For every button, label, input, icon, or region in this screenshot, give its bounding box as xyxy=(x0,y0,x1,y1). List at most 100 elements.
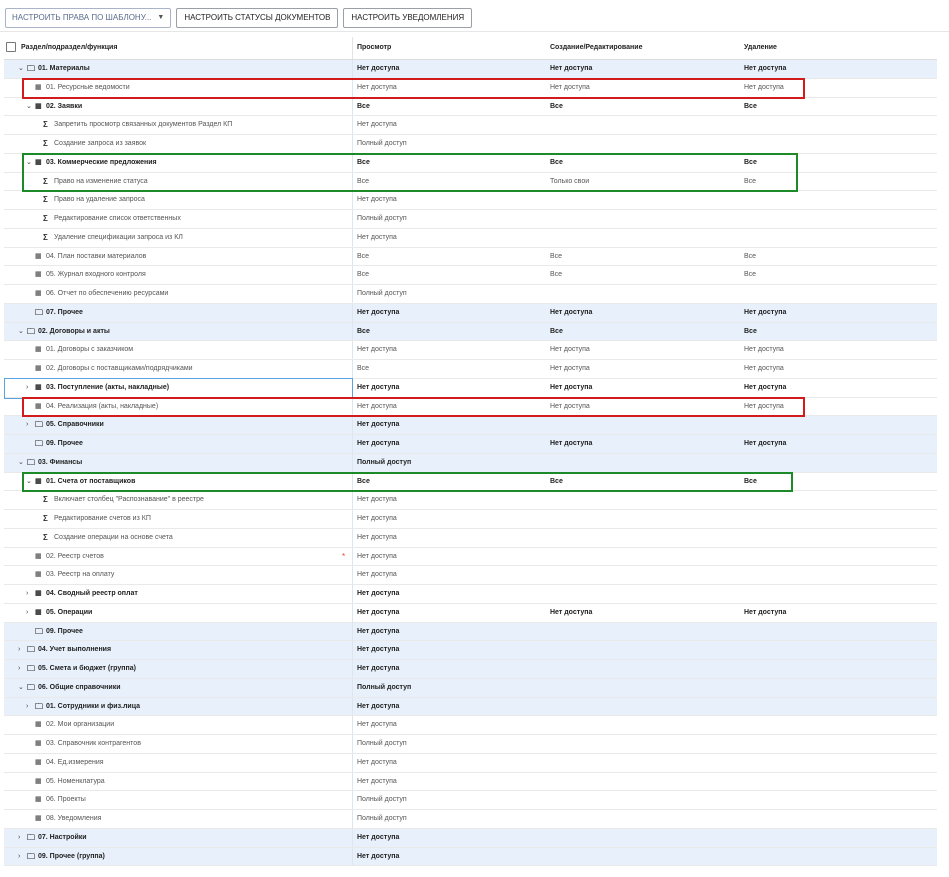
delete-permission-cell[interactable]: Нет доступа xyxy=(744,360,784,379)
chevron-right-icon[interactable]: › xyxy=(26,379,35,398)
table-row[interactable]: › 🗀 01. Сотрудники и физ.лица Нет доступа xyxy=(4,697,937,717)
view-permission-cell[interactable]: Нет доступа xyxy=(357,398,397,417)
table-row[interactable]: ▦ 01. Договоры с заказчиком Нет доступа Нет… xyxy=(4,341,937,360)
table-row[interactable]: ▦ 05. Журнал входного контроля Все Все Все xyxy=(4,266,937,285)
delete-permission-cell[interactable]: Нет доступа xyxy=(744,304,786,323)
chevron-down-icon[interactable]: ⌄ xyxy=(26,473,35,492)
view-permission-cell[interactable]: Полный доступ xyxy=(357,679,411,698)
table-row[interactable]: › ▦ 04. Сводный реестр оплат Нет доступа xyxy=(4,585,937,604)
view-permission-cell[interactable]: Нет доступа xyxy=(357,848,399,867)
chevron-down-icon[interactable]: ⌄ xyxy=(26,98,35,117)
view-permission-cell[interactable]: Нет доступа xyxy=(357,829,399,848)
table-row[interactable]: 🗀 07. Прочее Нет доступа Нет доступа Нет дос… xyxy=(4,303,937,323)
view-permission-cell[interactable]: Нет доступа xyxy=(357,585,399,604)
table-row[interactable]: › 🗀 07. Настройки Нет доступа xyxy=(4,828,937,848)
table-row[interactable]: ▦ 03. Справочник контрагентов Полный досту… xyxy=(4,735,937,754)
chevron-down-icon[interactable]: ⌄ xyxy=(26,154,35,173)
table-row[interactable]: ▦ 04. Ед.измерения Нет доступа xyxy=(4,753,937,773)
view-permission-cell[interactable]: Нет доступа xyxy=(357,754,397,773)
chevron-down-icon[interactable]: ⌄ xyxy=(18,60,27,79)
view-permission-cell[interactable]: Нет доступа xyxy=(357,529,397,548)
edit-permission-cell[interactable]: Нет доступа xyxy=(550,304,592,323)
table-row[interactable]: Σ Удаление спецификации запроса из КЛ Нет … xyxy=(4,228,937,248)
view-permission-cell[interactable]: Нет доступа xyxy=(357,116,397,135)
chevron-right-icon[interactable]: › xyxy=(26,604,35,623)
delete-permission-cell[interactable]: Нет доступа xyxy=(744,435,786,454)
table-row[interactable]: 🗀 09. Прочее Нет доступа xyxy=(4,622,937,642)
view-permission-cell[interactable]: Нет доступа xyxy=(357,341,397,360)
table-row[interactable]: ▦ 08. Уведомления Полный доступ xyxy=(4,810,937,829)
chevron-down-icon[interactable]: ⌄ xyxy=(18,454,27,473)
view-permission-cell[interactable]: Все xyxy=(357,248,369,267)
edit-permission-cell[interactable]: Все xyxy=(550,154,563,173)
view-permission-cell[interactable]: Полный доступ xyxy=(357,135,407,154)
table-row[interactable]: ▦ 02. Договоры с поставщиками/подрядчикам… xyxy=(4,360,937,379)
chevron-right-icon[interactable]: › xyxy=(18,660,27,679)
table-row[interactable]: › ▦ 05. Операции Нет доступа Нет доступа Нет … xyxy=(4,603,937,623)
table-row[interactable]: ⌄ 🗀 01. Материалы Нет доступа Нет доступа Нет… xyxy=(4,60,937,79)
table-row[interactable]: Σ Включает столбец "Распознавание" в реес… xyxy=(4,491,937,510)
table-row[interactable]: › 🗀 05. Справочники Нет доступа xyxy=(4,416,937,435)
table-row[interactable]: ⌄ ▦ 03. Коммерческие предложения Все Все Все xyxy=(4,153,937,173)
table-row[interactable]: Σ Запретить просмотр связанных документов… xyxy=(4,116,937,135)
table-row[interactable]: Σ Создание запроса из заявок Полный доступ xyxy=(4,135,937,154)
edit-permission-cell[interactable]: Нет доступа xyxy=(550,360,590,379)
view-permission-cell[interactable]: Все xyxy=(357,173,369,192)
view-permission-cell[interactable]: Полный доступ xyxy=(357,454,411,473)
table-row[interactable]: ▦ 01. Ресурсные ведомости Нет доступа Нет д… xyxy=(4,78,937,98)
view-permission-cell[interactable]: Нет доступа xyxy=(357,416,399,435)
view-permission-cell[interactable]: Все xyxy=(357,154,370,173)
table-row[interactable]: ▦ 03. Реестр на оплату Нет доступа xyxy=(4,566,937,585)
view-permission-cell[interactable]: Полный доступ xyxy=(357,791,407,810)
table-row[interactable]: ▦ 04. Реализация (акты, накладные) Нет дос… xyxy=(4,397,937,417)
view-permission-cell[interactable]: Все xyxy=(357,98,370,117)
view-permission-cell[interactable]: Полный доступ xyxy=(357,735,407,754)
edit-permission-cell[interactable]: Нет доступа xyxy=(550,60,592,79)
table-row[interactable]: ⌄ ▦ 02. Заявки Все Все Все xyxy=(4,97,937,117)
delete-permission-cell[interactable]: Нет доступа xyxy=(744,60,786,79)
configure-notifications-button[interactable]: НАСТРОИТЬ УВЕДОМЛЕНИЯ xyxy=(343,8,473,28)
table-row[interactable]: ▦ 04. План поставки материалов Все Все Все xyxy=(4,247,937,267)
view-permission-cell[interactable]: Полный доступ xyxy=(357,210,407,229)
delete-permission-cell[interactable]: Нет доступа xyxy=(744,398,784,417)
delete-permission-cell[interactable]: Все xyxy=(744,98,757,117)
chevron-right-icon[interactable]: › xyxy=(18,641,27,660)
view-permission-cell[interactable]: Нет доступа xyxy=(357,548,397,567)
table-row[interactable]: ⌄ 🗀 02. Договоры и акты Все Все Все xyxy=(4,322,937,342)
table-row[interactable]: ▦ 06. Проекты Полный доступ xyxy=(4,791,937,810)
delete-permission-cell[interactable]: Нет доступа xyxy=(744,379,786,398)
table-row[interactable]: ▦ 02. Реестр счетов * Нет доступа xyxy=(4,547,937,567)
select-all-checkbox[interactable] xyxy=(6,42,16,52)
view-permission-cell[interactable]: Нет доступа xyxy=(357,698,399,717)
table-row[interactable]: Σ Право на удаление запроса Нет доступа xyxy=(4,191,937,210)
configure-statuses-button[interactable]: НАСТРОИТЬ СТАТУСЫ ДОКУМЕНТОВ xyxy=(176,8,339,28)
table-row[interactable]: › 🗀 05. Смета и бюджет (группа) Нет доступа xyxy=(4,660,937,679)
view-permission-cell[interactable]: Нет доступа xyxy=(357,60,399,79)
delete-permission-cell[interactable]: Все xyxy=(744,266,756,285)
edit-permission-cell[interactable]: Все xyxy=(550,323,563,342)
view-permission-cell[interactable]: Нет доступа xyxy=(357,566,397,585)
delete-permission-cell[interactable]: Все xyxy=(744,248,756,267)
table-row[interactable]: ⌄ 🗀 03. Финансы Полный доступ xyxy=(4,453,937,473)
chevron-right-icon[interactable]: › xyxy=(26,416,35,435)
view-permission-cell[interactable]: Нет доступа xyxy=(357,604,399,623)
edit-permission-cell[interactable]: Все xyxy=(550,266,562,285)
table-row[interactable]: › 🗀 09. Прочее (группа) Нет доступа xyxy=(4,847,937,867)
delete-permission-cell[interactable]: Все xyxy=(744,173,756,192)
chevron-right-icon[interactable]: › xyxy=(26,585,35,604)
vertical-scrollbar[interactable] xyxy=(939,37,949,867)
table-row[interactable]: ▦ 02. Мои организации Нет доступа xyxy=(4,716,937,735)
table-row[interactable]: Σ Редактирование счетов из КП Нет доступа xyxy=(4,510,937,529)
table-row[interactable]: Σ Право на изменение статуса Все Только сво… xyxy=(4,172,937,192)
table-row[interactable]: Σ Создание операции на основе счета Нет до… xyxy=(4,528,937,548)
edit-permission-cell[interactable]: Все xyxy=(550,248,562,267)
template-permissions-select[interactable]: НАСТРОИТЬ ПРАВА ПО ШАБЛОНУ... ▼ xyxy=(5,8,172,28)
edit-permission-cell[interactable]: Нет доступа xyxy=(550,341,590,360)
edit-permission-cell[interactable]: Нет доступа xyxy=(550,435,592,454)
view-permission-cell[interactable]: Нет доступа xyxy=(357,641,399,660)
view-permission-cell[interactable]: Нет доступа xyxy=(357,435,399,454)
table-row[interactable]: Σ Редактирование список ответственных Полн… xyxy=(4,210,937,229)
edit-permission-cell[interactable]: Все xyxy=(550,98,563,117)
chevron-down-icon[interactable]: ⌄ xyxy=(18,323,27,342)
view-permission-cell[interactable]: Нет доступа xyxy=(357,510,397,529)
